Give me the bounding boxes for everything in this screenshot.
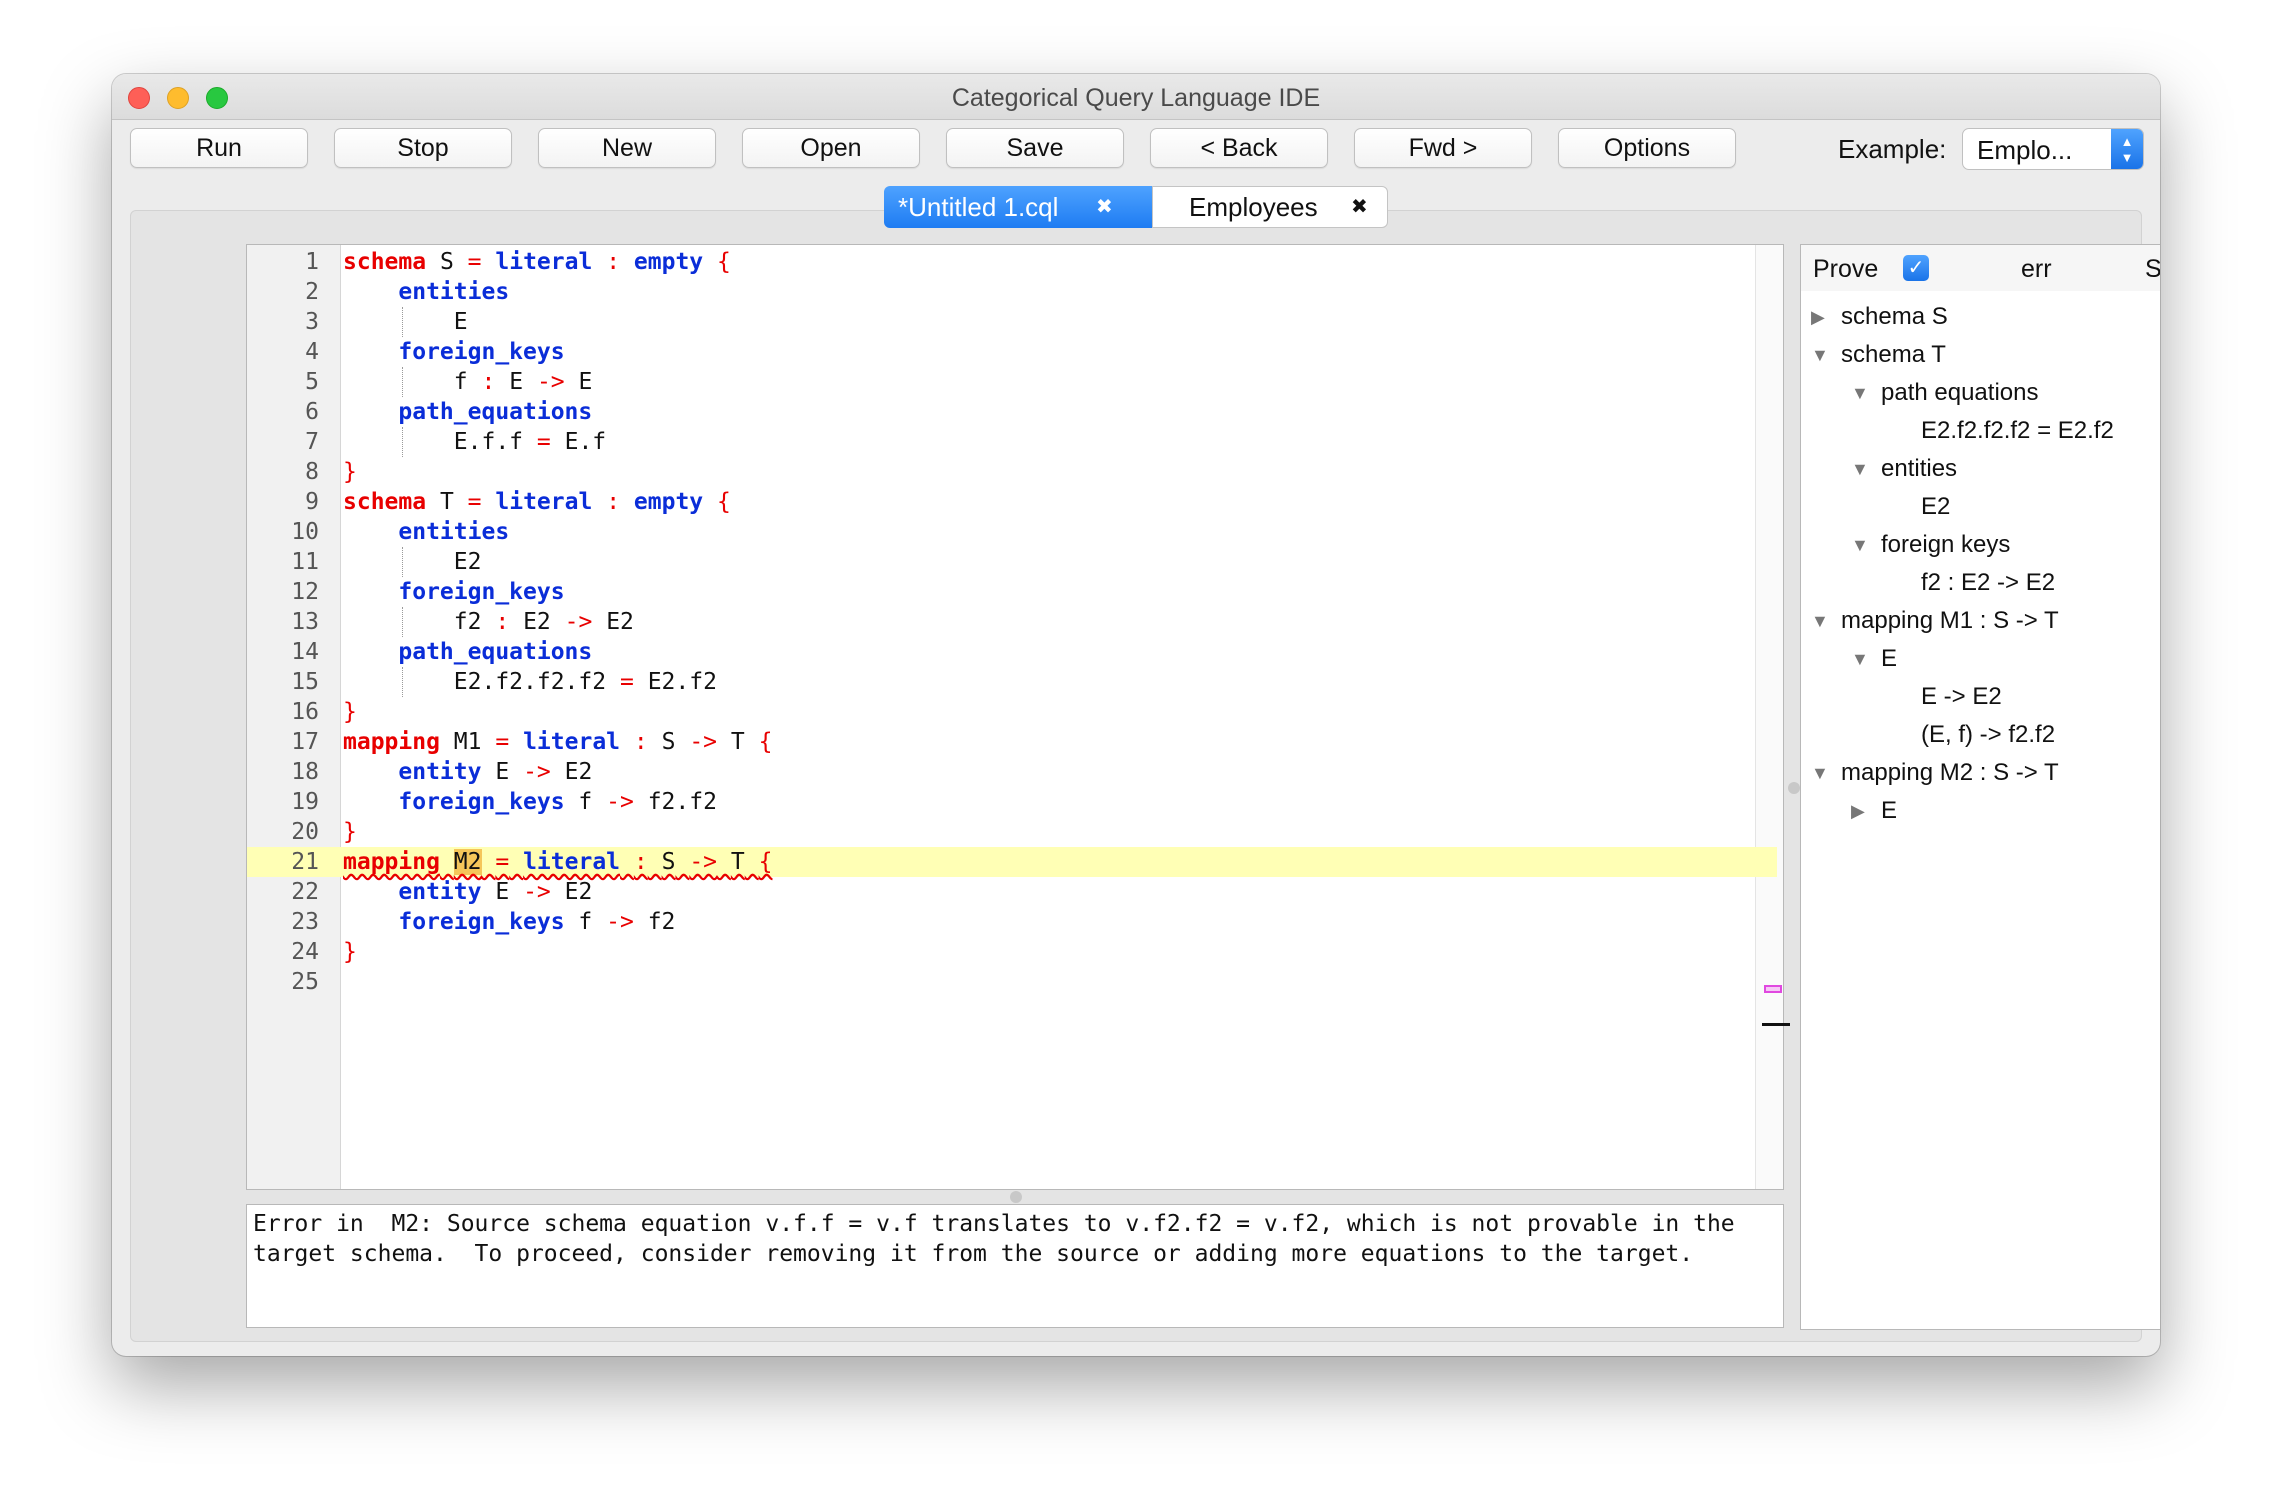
expanded-triangle-icon[interactable]: ▼: [1851, 375, 1869, 411]
code-line: 23 foreign_keys f -> f2: [291, 909, 676, 935]
err-label: err: [2021, 255, 2052, 283]
code-line: 13 f2 : E2 -> E2: [291, 609, 634, 635]
error-output[interactable]: Error in M2: Source schema equation v.f.…: [246, 1204, 1784, 1328]
expanded-triangle-icon[interactable]: ▼: [1851, 527, 1869, 563]
code-line: 20}: [291, 819, 357, 845]
error-line-2: target schema. To proceed, consider remo…: [253, 1241, 1694, 1267]
prove-label: Prove: [1813, 255, 1879, 283]
code-line: 9 schema T = literal : empty {: [305, 489, 731, 515]
expanded-triangle-icon[interactable]: ▼: [1811, 755, 1829, 791]
expanded-triangle-icon[interactable]: ▼: [1851, 451, 1869, 487]
code-line: 8}: [305, 459, 357, 485]
open-button[interactable]: Open: [742, 128, 920, 168]
code-line: 16}: [291, 699, 357, 725]
tab-untitled-label: *Untitled 1.cql: [898, 192, 1059, 222]
code-line: 5 f : E -> E: [305, 369, 593, 395]
code-line: 14 path_equations: [291, 639, 593, 665]
code-line: 15 E2.f2.f2.f2 = E2.f2: [291, 669, 717, 695]
side-split-handle-icon[interactable]: [1788, 782, 1800, 794]
title-bar[interactable]: Categorical Query Language IDE: [112, 74, 2160, 120]
new-button[interactable]: New: [538, 128, 716, 168]
prove-checkbox[interactable]: ✓: [1903, 255, 1929, 281]
expanded-triangle-icon[interactable]: ▼: [1811, 337, 1829, 373]
tab-employees[interactable]: Employees ✖: [1152, 186, 1388, 228]
expanded-triangle-icon[interactable]: ▼: [1851, 641, 1869, 677]
run-button[interactable]: Run: [130, 128, 308, 168]
example-label: Example:: [1838, 134, 1947, 164]
example-select-value: Emplo...: [1977, 135, 2073, 165]
select-arrows-icon: ▲ ▼: [2111, 129, 2143, 169]
back-button[interactable]: < Back: [1150, 128, 1328, 168]
code-line: 12 foreign_keys: [291, 579, 565, 605]
code-line: 3 E: [305, 309, 468, 335]
code-line: 4 foreign_keys: [305, 339, 565, 365]
tab-employees-close-icon[interactable]: ✖: [1351, 187, 1368, 227]
code-line-highlighted: 21 mapping M2 = literal : S -> T {: [247, 847, 1777, 877]
code-line: 1 schema S = literal : empty {: [305, 249, 731, 275]
example-select[interactable]: Emplo... ▲ ▼: [1962, 128, 2144, 170]
stop-button[interactable]: Stop: [334, 128, 512, 168]
error-line-1: Error in M2: Source schema equation v.f.…: [253, 1211, 1735, 1237]
tab-untitled[interactable]: *Untitled 1.cql ✖: [884, 186, 1152, 228]
code-editor[interactable]: 1 schema S = literal : empty { 2 entities…: [246, 244, 1790, 1190]
tab-employees-label: Employees: [1189, 192, 1318, 222]
code-line: 22 entity E -> E2: [291, 879, 593, 905]
outline-tree[interactable]: Prove ✓ err Sort ▶schema S ▼schema T ▼pa…: [1800, 244, 2160, 1330]
caret-marker-icon: [1762, 1023, 1790, 1026]
toolbar: Run Stop New Open Save < Back Fwd > Opti…: [112, 124, 2160, 176]
forward-button[interactable]: Fwd >: [1354, 128, 1532, 168]
code-line: 7 E.f.f = E.f: [305, 429, 607, 455]
code-line: 6 path_equations: [305, 399, 593, 425]
split-handle-icon[interactable]: [1010, 1191, 1022, 1203]
collapsed-triangle-icon[interactable]: ▶: [1851, 793, 1865, 829]
code-line: 10 entities: [291, 519, 510, 545]
code-line: 2 entities: [305, 279, 510, 305]
code-line: 11 E2: [291, 549, 482, 575]
code-line: 18 entity E -> E2: [291, 759, 593, 785]
collapsed-triangle-icon[interactable]: ▶: [1811, 299, 1825, 335]
expanded-triangle-icon[interactable]: ▼: [1811, 603, 1829, 639]
tree-header: Prove ✓ err Sort: [1801, 245, 2160, 291]
window-title: Categorical Query Language IDE: [951, 84, 1321, 112]
save-button[interactable]: Save: [946, 128, 1124, 168]
code-line: 17 mapping M1 = literal : S -> T {: [291, 729, 773, 755]
code-line: 19 foreign_keys f -> f2.f2: [291, 789, 717, 815]
code-line: 24}: [291, 939, 357, 965]
code-line: 25: [291, 969, 319, 995]
tab-untitled-close-icon[interactable]: ✖: [1096, 186, 1113, 228]
ide-window: Categorical Query Language IDE Run Stop …: [112, 74, 2160, 1356]
sort-label: Sort: [2145, 255, 2160, 284]
options-button[interactable]: Options: [1558, 128, 1736, 168]
